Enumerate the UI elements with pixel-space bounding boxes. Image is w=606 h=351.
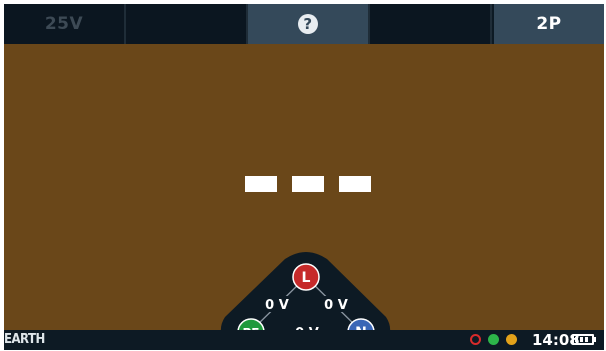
reading-dash [339, 176, 371, 192]
mode-2p-label: 2P [536, 14, 562, 34]
top-toolbar: 25V ? 2P [4, 4, 604, 44]
help-button[interactable]: ? [248, 4, 368, 44]
label-backdrop [261, 296, 293, 312]
voltage-button[interactable]: 25V [4, 4, 124, 44]
l-n-connector [305, 276, 362, 332]
mode-2p-button[interactable]: 2P [494, 4, 604, 44]
status-bar: EARTH 14:08 [4, 330, 604, 350]
reading-dash [245, 176, 277, 192]
help-icon: ? [298, 14, 318, 34]
l-pe-voltage: 0 V [265, 298, 289, 313]
l-n-voltage: 0 V [324, 298, 348, 313]
l-pe-connector [250, 276, 307, 332]
amber-led-indicator [506, 334, 517, 345]
tester-screen: 25V ? 2P L PE N 0 V 0 V 0 [4, 4, 604, 350]
red-led-indicator [470, 334, 481, 345]
main-reading [4, 176, 604, 192]
battery-icon [572, 334, 594, 345]
live-node [292, 263, 320, 291]
battery-tip [594, 337, 596, 342]
green-led-indicator [488, 334, 499, 345]
label-backdrop [320, 296, 352, 312]
empty-toolbar-button-2[interactable] [370, 4, 490, 44]
live-node-label: L [302, 270, 311, 286]
test-mode-label: EARTH [4, 332, 45, 347]
empty-toolbar-button-1[interactable] [126, 4, 246, 44]
reading-dash [292, 176, 324, 192]
toolbar-divider [490, 4, 492, 44]
voltage-label: 25V [44, 14, 84, 34]
